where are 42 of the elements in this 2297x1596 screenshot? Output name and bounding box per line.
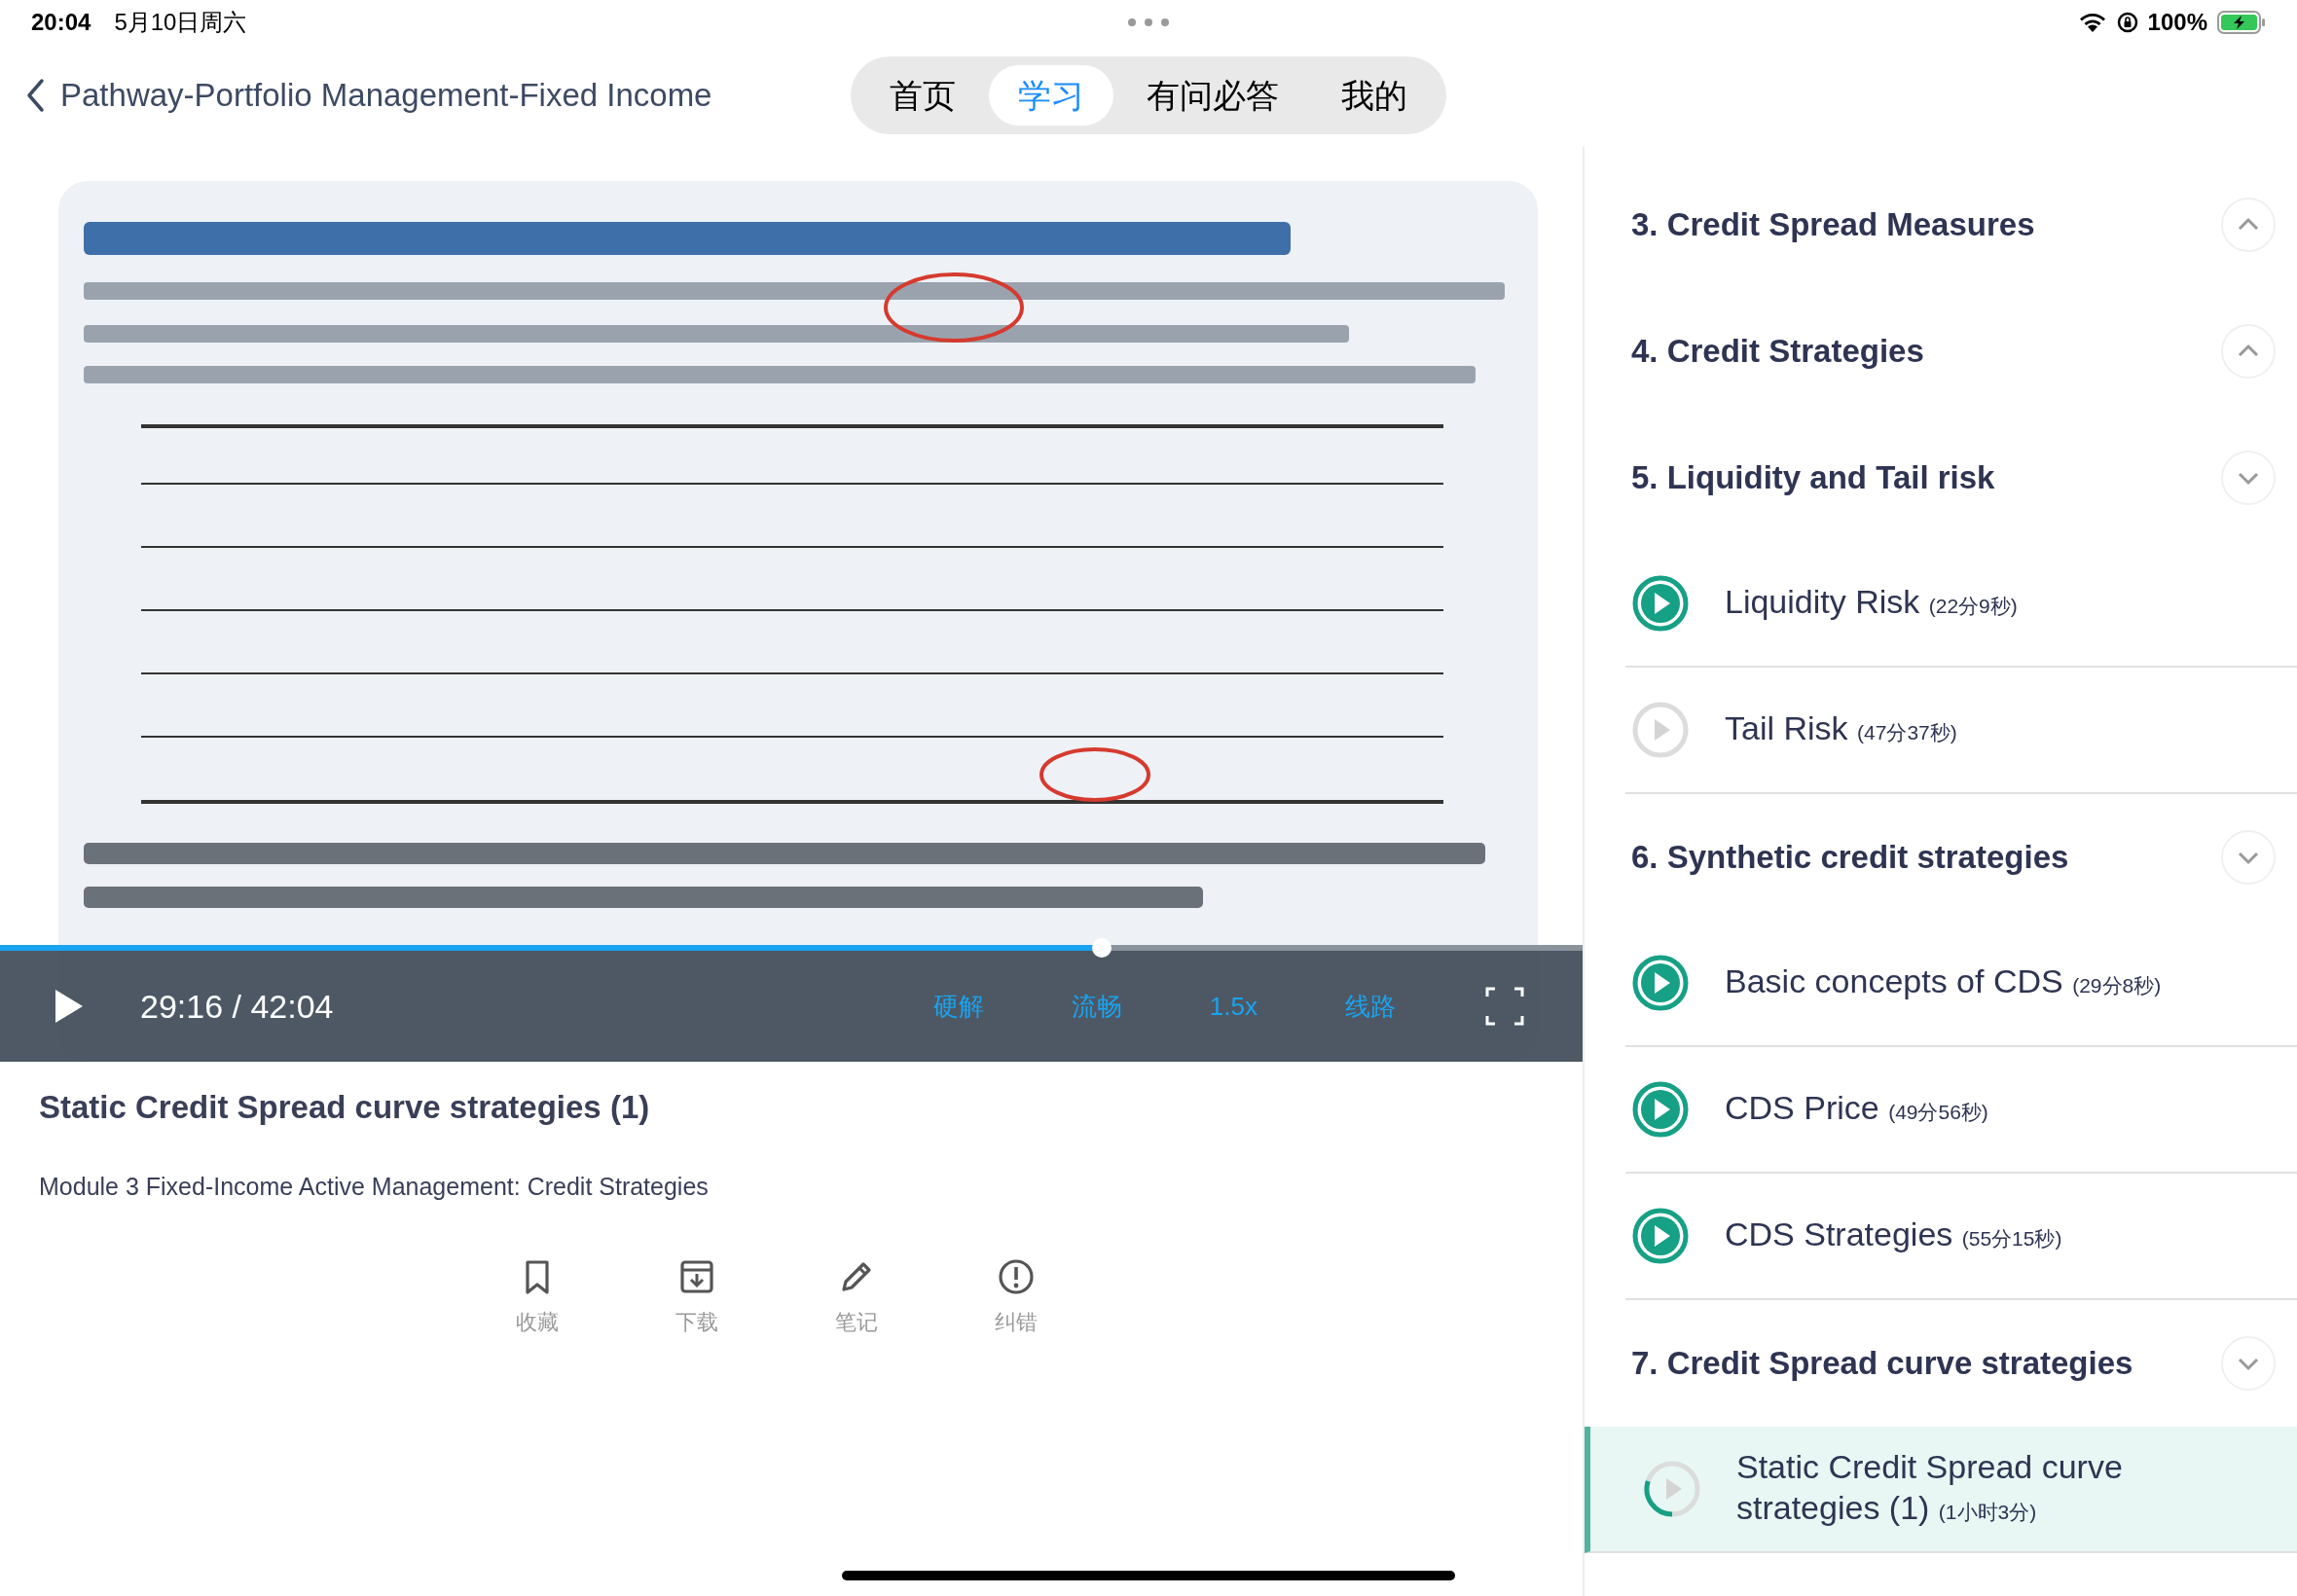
lesson-item[interactable]: CDS Strategies (55分15秒) (1625, 1174, 2297, 1300)
status-date: 5月10日周六 (114, 8, 247, 37)
chevron-up-icon[interactable] (2219, 322, 2278, 381)
lesson-name: CDS Price (49分56秒) (1725, 1087, 1988, 1128)
lesson-item[interactable]: CDS Price (49分56秒) (1625, 1047, 2297, 1174)
multitasking-dots-icon[interactable] (1127, 18, 1170, 27)
wifi-icon (2077, 12, 2107, 33)
nav-tab[interactable]: 有问必答 (1117, 65, 1308, 126)
battery-charging-icon (2217, 11, 2266, 34)
play-icon[interactable] (55, 989, 84, 1024)
chevron-down-icon[interactable] (2219, 1334, 2278, 1393)
lesson-item[interactable]: Liquidity Risk (22分9秒) (1625, 541, 2297, 668)
rotation-lock-icon (2116, 12, 2138, 33)
module-name: Module 3 Fixed-Income Active Management: Credit Strategies (38, 1171, 710, 1202)
lesson-name: Basic concepts of CDS (29分8秒) (1725, 961, 2162, 1001)
chevron-down-icon[interactable] (2219, 449, 2278, 507)
lesson-name: Static Credit Spread curve strategies (1) (1小时3分) (1736, 1446, 2124, 1528)
lesson-name: Liquidity Risk (22分9秒) (1725, 581, 2018, 622)
fullscreen-icon[interactable] (1485, 987, 1524, 1026)
chevron-down-icon[interactable] (2219, 828, 2278, 887)
lesson-item[interactable]: Static Credit Spread curve strategies (1) (1小时3分) (1585, 1427, 2297, 1553)
section-title[interactable]: 3. Credit Spread Measures (1631, 200, 2035, 249)
back-chevron-icon (25, 78, 45, 113)
chevron-up-icon[interactable] (2219, 196, 2278, 254)
exclamation-circle-icon (997, 1257, 1036, 1296)
back-button[interactable]: Pathway-Portfolio Management-Fixed Income (0, 71, 712, 120)
nav-tab[interactable]: 我的 (1312, 65, 1437, 126)
lesson-item[interactable]: Tail Risk (47分37秒) (1625, 668, 2297, 794)
status-time: 20:04 (31, 8, 91, 37)
section-title[interactable]: 5. Liquidity and Tail risk (1631, 453, 1995, 502)
section-title[interactable]: 7. Credit Spread curve strategies (1631, 1339, 2133, 1388)
nav-tab[interactable]: 首页 (860, 65, 985, 126)
lesson-name: Tail Risk (47分37秒) (1725, 707, 1957, 748)
section-title[interactable]: 6. Synthetic credit strategies (1631, 833, 2069, 882)
battery-percent: 100% (2147, 8, 2207, 37)
section-title[interactable]: 4. Credit Strategies (1631, 327, 1924, 376)
download-box-icon (677, 1257, 716, 1296)
progress-track[interactable] (0, 945, 1583, 951)
playback-time: 29:16 / 42:04 (140, 986, 334, 1027)
lesson-name: CDS Strategies (55分15秒) (1725, 1214, 2062, 1254)
lesson-item[interactable]: Basic concepts of CDS (29分8秒) (1625, 921, 2297, 1047)
lesson-title: Static Credit Spread curve strategies (1) (38, 1088, 651, 1127)
